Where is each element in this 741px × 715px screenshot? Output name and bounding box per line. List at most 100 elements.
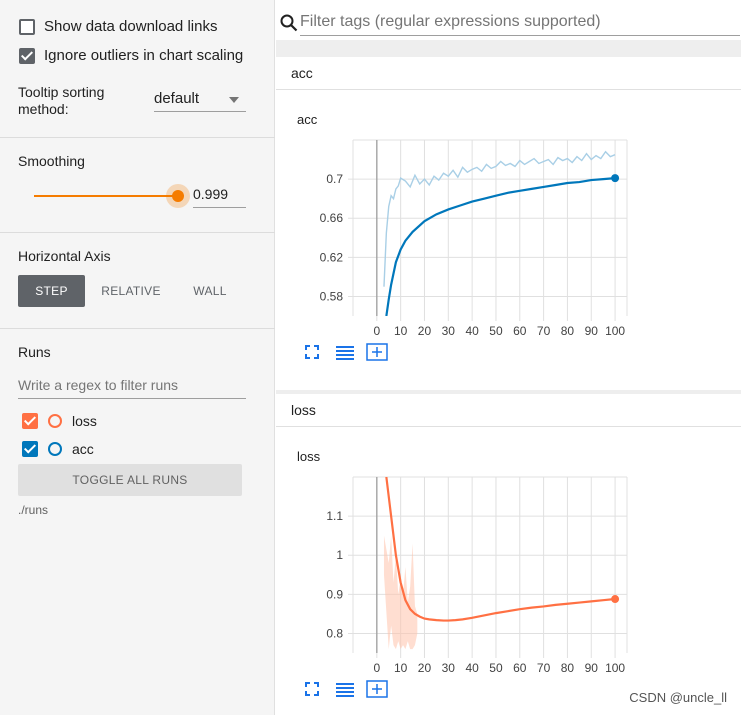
loss-card-header[interactable]: loss bbox=[276, 394, 741, 427]
run-loss-radio[interactable] bbox=[48, 414, 62, 428]
loss-x-tick-label: 50 bbox=[489, 661, 503, 675]
acc-y-tick-label: 0.7 bbox=[326, 172, 343, 186]
axis-step-button[interactable]: STEP bbox=[18, 275, 85, 307]
ignore-outliers-label: Ignore outliers in chart scaling bbox=[44, 47, 244, 64]
loss-x-tick-label: 0 bbox=[373, 661, 380, 675]
show-download-links-label: Show data download links bbox=[44, 18, 218, 35]
loss-log-scale-icon[interactable] bbox=[336, 683, 354, 697]
acc-chart[interactable]: 0 10 20 30 40 50 60 70 80 90 100 0.58 0.62 0.66 0.7 bbox=[276, 90, 741, 390]
acc-x-tick-label: 50 bbox=[489, 324, 503, 338]
show-download-links-checkbox[interactable] bbox=[19, 19, 35, 35]
filter-tags-input[interactable]: Filter tags (regular expressions support… bbox=[300, 8, 740, 36]
acc-x-tick-label: 100 bbox=[605, 324, 625, 338]
acc-card: acc acc 0 10 20 30 40 50 60 70 80 90 100 0.58 0.62 0.… bbox=[276, 57, 741, 390]
acc-last-point bbox=[611, 174, 620, 183]
loss-y-tick-label: 0.9 bbox=[326, 587, 343, 601]
acc-fit-domain-icon[interactable] bbox=[366, 343, 388, 361]
acc-fit-domain-icon-cross bbox=[372, 347, 382, 357]
acc-x-tick-label: 30 bbox=[442, 324, 456, 338]
loss-log-scale-icon-bar bbox=[336, 687, 354, 689]
loss-x-tick-label: 30 bbox=[442, 661, 456, 675]
loss-fullscreen-icon-path bbox=[305, 682, 319, 696]
acc-fullscreen-icon-path bbox=[305, 345, 319, 359]
acc-y-tick-label: 0.62 bbox=[320, 250, 344, 264]
loss-x-tick-label: 90 bbox=[585, 661, 599, 675]
acc-smoothed-line bbox=[385, 177, 616, 316]
acc-y-tick-label: 0.66 bbox=[320, 211, 344, 225]
acc-x-tick-label: 90 bbox=[585, 324, 599, 338]
acc-x-tick-label: 40 bbox=[465, 324, 479, 338]
slider-track bbox=[34, 195, 178, 197]
acc-log-scale-icon-bar bbox=[336, 358, 354, 360]
filter-tags-placeholder: Filter tags (regular expressions support… bbox=[300, 13, 601, 30]
loss-y-tick-label: 1 bbox=[336, 548, 343, 562]
ignore-outliers-checkbox[interactable] bbox=[19, 48, 35, 64]
acc-plot-area bbox=[383, 150, 616, 316]
acc-log-scale-icon-bar bbox=[336, 346, 354, 348]
watermark: CSDN @uncle_ll bbox=[629, 690, 727, 705]
acc-log-scale-icon-bar bbox=[336, 354, 354, 356]
horizontal-axis-label: Horizontal Axis bbox=[18, 248, 111, 264]
loss-fit-domain-icon[interactable] bbox=[366, 680, 388, 698]
acc-log-scale-icon[interactable] bbox=[336, 346, 354, 360]
acc-x-tick-label: 60 bbox=[513, 324, 527, 338]
loss-card: loss loss 0 10 20 30 40 50 60 70 80 90 100 0.8 0.9 1 1… bbox=[276, 394, 741, 715]
axis-relative-button[interactable]: RELATIVE bbox=[91, 275, 171, 307]
acc-raw-line bbox=[383, 150, 616, 287]
loss-fit-domain-icon-cross bbox=[372, 684, 382, 694]
runs-dir-label: ./runs bbox=[18, 503, 49, 517]
smoothing-value: 0.999 bbox=[193, 186, 229, 202]
runs-filter-input[interactable]: Write a regex to filter runs bbox=[18, 374, 246, 399]
loss-log-scale-icon-bar bbox=[336, 695, 354, 697]
acc-fullscreen-icon[interactable] bbox=[305, 345, 319, 359]
smoothing-slider[interactable] bbox=[34, 184, 190, 208]
smoothing-label: Smoothing bbox=[18, 153, 85, 169]
axis-wall-button[interactable]: WALL bbox=[180, 275, 240, 307]
acc-log-scale-icon-bar bbox=[336, 350, 354, 352]
search-icon bbox=[280, 14, 298, 32]
tooltip-sorting-select[interactable]: default bbox=[154, 88, 246, 112]
loss-smoothed-line bbox=[385, 477, 616, 622]
acc-x-tick-label: 0 bbox=[373, 324, 380, 338]
loss-chart[interactable]: 0 10 20 30 40 50 60 70 80 90 100 0.8 0.9 1 1.1 bbox=[276, 427, 741, 715]
loss-fullscreen-icon[interactable] bbox=[305, 682, 319, 696]
slider-thumb[interactable] bbox=[171, 190, 184, 202]
acc-x-tick-label: 20 bbox=[418, 324, 432, 338]
loss-x-tick-label: 80 bbox=[561, 661, 575, 675]
run-loss-label: loss bbox=[72, 413, 97, 429]
loss-y-tick-label: 0.8 bbox=[326, 626, 343, 640]
loss-log-scale-icon-bar bbox=[336, 683, 354, 685]
search-bar: Filter tags (regular expressions support… bbox=[276, 0, 741, 40]
tooltip-sorting-label-line2: method: bbox=[18, 101, 69, 117]
loss-last-point bbox=[611, 595, 620, 604]
run-loss-checkbox[interactable] bbox=[22, 413, 38, 429]
loss-x-tick-label: 60 bbox=[513, 661, 527, 675]
loss-y-tick-label: 1.1 bbox=[326, 509, 343, 523]
toggle-all-runs-button[interactable]: TOGGLE ALL RUNS bbox=[18, 464, 242, 496]
run-acc-checkbox[interactable] bbox=[22, 441, 38, 457]
runs-filter-placeholder: Write a regex to filter runs bbox=[18, 377, 179, 393]
acc-x-tick-label: 70 bbox=[537, 324, 551, 338]
sidebar: Show data download links Ignore outliers… bbox=[0, 0, 275, 715]
divider bbox=[0, 137, 275, 138]
tooltip-sorting-value: default bbox=[154, 90, 200, 107]
runs-label: Runs bbox=[18, 344, 51, 360]
loss-x-tick-label: 20 bbox=[418, 661, 432, 675]
acc-y-tick-label: 0.58 bbox=[320, 289, 344, 303]
loss-x-tick-label: 40 bbox=[465, 661, 479, 675]
loss-x-tick-label: 70 bbox=[537, 661, 551, 675]
dropdown-arrow-icon bbox=[229, 97, 239, 103]
acc-x-tick-label: 80 bbox=[561, 324, 575, 338]
tooltip-sorting-label-line1: Tooltip sorting bbox=[18, 84, 105, 100]
acc-x-tick-label: 10 bbox=[394, 324, 408, 338]
loss-x-tick-label: 100 bbox=[605, 661, 625, 675]
loss-x-tick-label: 10 bbox=[394, 661, 408, 675]
divider bbox=[0, 232, 275, 233]
loss-log-scale-icon-bar bbox=[336, 691, 354, 693]
run-acc-label: acc bbox=[72, 441, 94, 457]
run-acc-radio[interactable] bbox=[48, 442, 62, 456]
main-panel: Filter tags (regular expressions support… bbox=[276, 0, 741, 715]
acc-card-header[interactable]: acc bbox=[276, 57, 741, 90]
smoothing-value-input[interactable]: 0.999 bbox=[193, 184, 246, 208]
divider bbox=[0, 328, 275, 329]
